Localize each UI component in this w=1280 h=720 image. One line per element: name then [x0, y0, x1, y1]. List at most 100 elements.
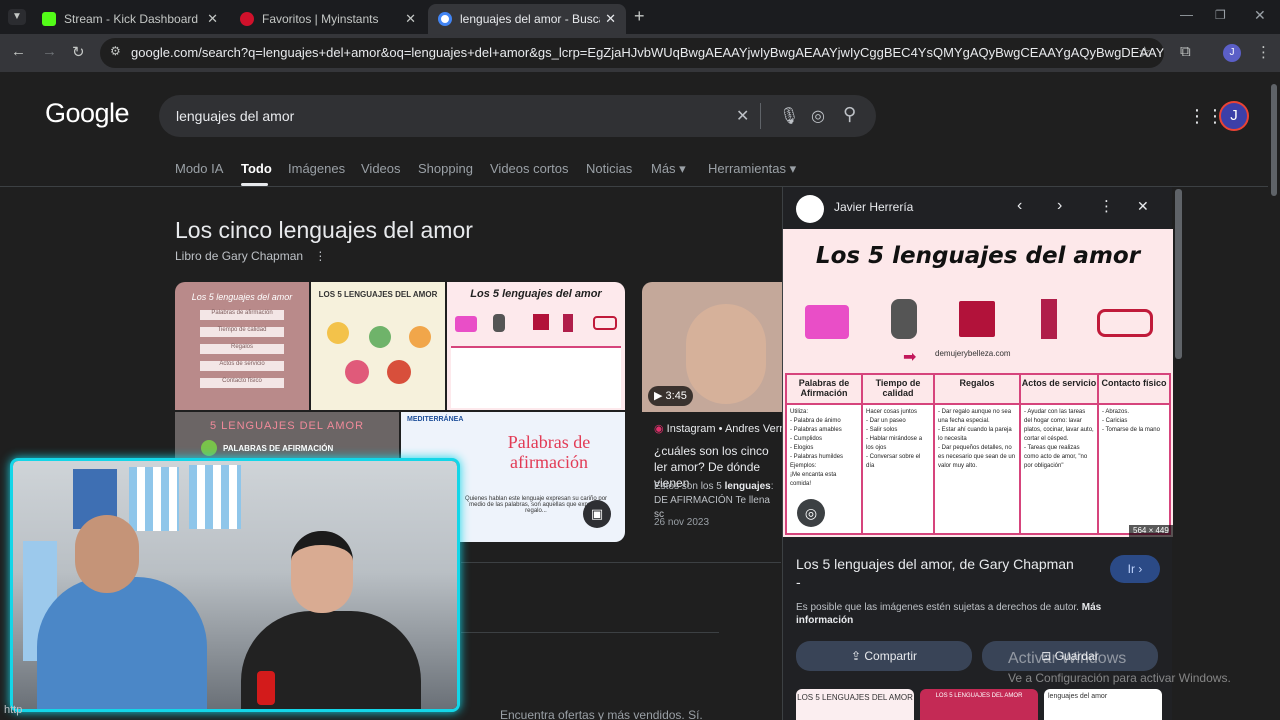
kick-favicon-icon [42, 12, 56, 26]
google-logo[interactable]: Google [45, 98, 130, 129]
circle-shape [327, 322, 349, 344]
watch-icon [891, 299, 917, 339]
knowledge-title: Los cinco lenguajes del amor [175, 217, 473, 243]
circle-shape [345, 360, 369, 384]
preview-image[interactable]: Los 5 lenguajes del amor ➡ demujerybelle… [783, 229, 1173, 537]
reload-icon[interactable]: ↻ [72, 43, 85, 61]
tab-close-icon[interactable]: ✕ [605, 11, 616, 27]
search-query: lenguajes del amor [176, 108, 295, 124]
tab-shopping[interactable]: Shopping [418, 161, 473, 176]
clear-icon[interactable]: ✕ [736, 106, 749, 126]
address-bar[interactable]: ⚙ google.com/search?q=lenguajes+del+amor… [100, 38, 1164, 68]
forward-icon[interactable]: → [42, 43, 57, 60]
video-thumbnail[interactable]: ▶ 3:45 [642, 282, 782, 412]
tab-todo[interactable]: Todo [241, 161, 272, 176]
search-icon[interactable]: ⚲ [843, 104, 856, 125]
restore-button[interactable]: ❐ [1215, 8, 1226, 22]
source-avatar [796, 195, 824, 223]
tab-mas[interactable]: Más ▾ [651, 161, 686, 177]
watch-icon [493, 314, 505, 332]
menu-icon[interactable]: ⋮ [1256, 43, 1271, 61]
speech-bubble-icon [805, 305, 849, 339]
person-left [37, 577, 207, 709]
image-result-1[interactable]: Los 5 lenguajes del amor Palabras de afi… [175, 282, 309, 410]
account-avatar[interactable]: J [1219, 101, 1249, 131]
site-info-icon[interactable]: ⚙ [110, 44, 121, 58]
related-image-2[interactable]: LOS 5 LENGUAJES DEL AMOR [920, 689, 1038, 720]
new-tab-button[interactable]: + [634, 6, 645, 27]
instagram-icon: ◉ [654, 423, 664, 435]
more-options-icon[interactable]: ⋮ [1099, 197, 1114, 215]
tab-videos[interactable]: Videos [361, 161, 401, 176]
extensions-icon[interactable]: ⧉ [1180, 43, 1191, 60]
minimize-button[interactable]: — [1180, 7, 1193, 22]
arrow-icon: ➡ [903, 349, 917, 366]
tab-title: Favoritos | Myinstants [262, 12, 379, 26]
person-left-head [75, 515, 139, 593]
tab-title: Stream - Kick Dashboard [64, 12, 199, 26]
tab-herramientas[interactable]: Herramientas ▾ [708, 161, 796, 177]
status-url: http [4, 704, 23, 716]
related-image-3[interactable]: lenguajes del amor [1044, 689, 1162, 720]
table-column: Tiempo de calidad Hacer cosas juntos - D… [863, 375, 935, 533]
panel-scrollbar[interactable] [1175, 189, 1182, 359]
page-scrollbar-thumb[interactable] [1271, 84, 1277, 196]
thumb-item-list: Palabras de afirmación Tiempo de calidad… [200, 310, 309, 388]
speech-bubble-icon [455, 316, 477, 332]
handshake-icon [593, 316, 617, 330]
lens-icon[interactable]: ◎ [797, 499, 825, 527]
source-name[interactable]: Javier Herrería [834, 200, 913, 214]
jersey-shape [189, 465, 241, 529]
tab-google-search[interactable]: lenguajes del amor - Buscar con ✕ [428, 4, 626, 34]
circle-shape [369, 326, 391, 348]
prev-image-icon[interactable]: ‹ [1017, 197, 1022, 215]
share-button[interactable]: ⇪ Compartir [796, 641, 972, 671]
video-source[interactable]: ◉ Instagram • Andres Vern [654, 422, 785, 435]
tab-title: lenguajes del amor - Buscar con [460, 12, 600, 26]
section-divider [461, 632, 719, 633]
activation-watermark-subtitle: Ve a Configuración para activar Windows. [1008, 671, 1231, 685]
search-input[interactable]: lenguajes del amor ✕ 🎙 ◎ ⚲ [159, 95, 876, 137]
voice-search-icon[interactable]: 🎙 [779, 106, 799, 126]
related-image-1[interactable]: LOS 5 LENGUAJES DEL AMOR [796, 689, 914, 720]
profile-avatar[interactable]: J [1223, 44, 1241, 62]
share-icon: ⇪ [850, 649, 862, 663]
bookmark-star-icon[interactable]: ☆ [1138, 43, 1151, 61]
url-text: google.com/search?q=lenguajes+del+amor&o… [131, 45, 1164, 60]
video-snippet: Estos son los 5 lenguajes: DE AFIRMACIÓN… [654, 481, 774, 520]
image-result-3[interactable]: Los 5 lenguajes del amor [447, 282, 625, 410]
tab-close-icon[interactable]: ✕ [207, 11, 218, 27]
lens-icon[interactable]: ◎ [811, 106, 825, 126]
red-cup [257, 671, 275, 705]
image-title-link[interactable]: Los 5 lenguajes del amor, de Gary Chapma… [796, 555, 1096, 591]
section-divider [461, 562, 781, 563]
google-favicon-icon [438, 12, 452, 26]
tab-modo-ia[interactable]: Modo IA [175, 161, 223, 176]
tab-myinstants[interactable]: Favoritos | Myinstants ✕ [230, 4, 426, 34]
circle-shape [409, 326, 431, 348]
go-button[interactable]: Ir › [1110, 555, 1160, 583]
table-column: Contacto físico - Abrazos. - Caricias - … [1099, 375, 1169, 533]
more-options-icon[interactable]: ⋮ [314, 249, 326, 263]
image-result-2[interactable]: LOS 5 LENGUAJES DEL AMOR [311, 282, 445, 410]
video-duration: ▶ 3:45 [648, 386, 693, 406]
tab-noticias[interactable]: Noticias [586, 161, 632, 176]
love-languages-table: Palabras de Afirmación Utiliza: - Palabr… [785, 373, 1171, 535]
tab-search-button[interactable]: ▼ [8, 9, 26, 25]
number-badge [201, 440, 217, 456]
person-face [686, 304, 766, 404]
tab-kick-dashboard[interactable]: Stream - Kick Dashboard ✕ [32, 4, 228, 34]
close-panel-icon[interactable]: ✕ [1137, 198, 1149, 215]
tab-close-icon[interactable]: ✕ [405, 11, 416, 27]
tab-imagenes[interactable]: Imágenes [288, 161, 345, 176]
brush-icon [1041, 299, 1057, 339]
jersey-shape [129, 467, 179, 531]
window-close-button[interactable]: ✕ [1254, 7, 1266, 24]
image-icon[interactable]: ▣ [583, 500, 611, 528]
mini-table [451, 346, 621, 408]
next-image-icon[interactable]: › [1057, 197, 1062, 215]
gift-icon [959, 301, 995, 337]
back-icon[interactable]: ← [11, 43, 26, 60]
table-column: Regalos - Dar regalo aunque no sea una f… [935, 375, 1021, 533]
tab-videos-cortos[interactable]: Videos cortos [490, 161, 569, 176]
